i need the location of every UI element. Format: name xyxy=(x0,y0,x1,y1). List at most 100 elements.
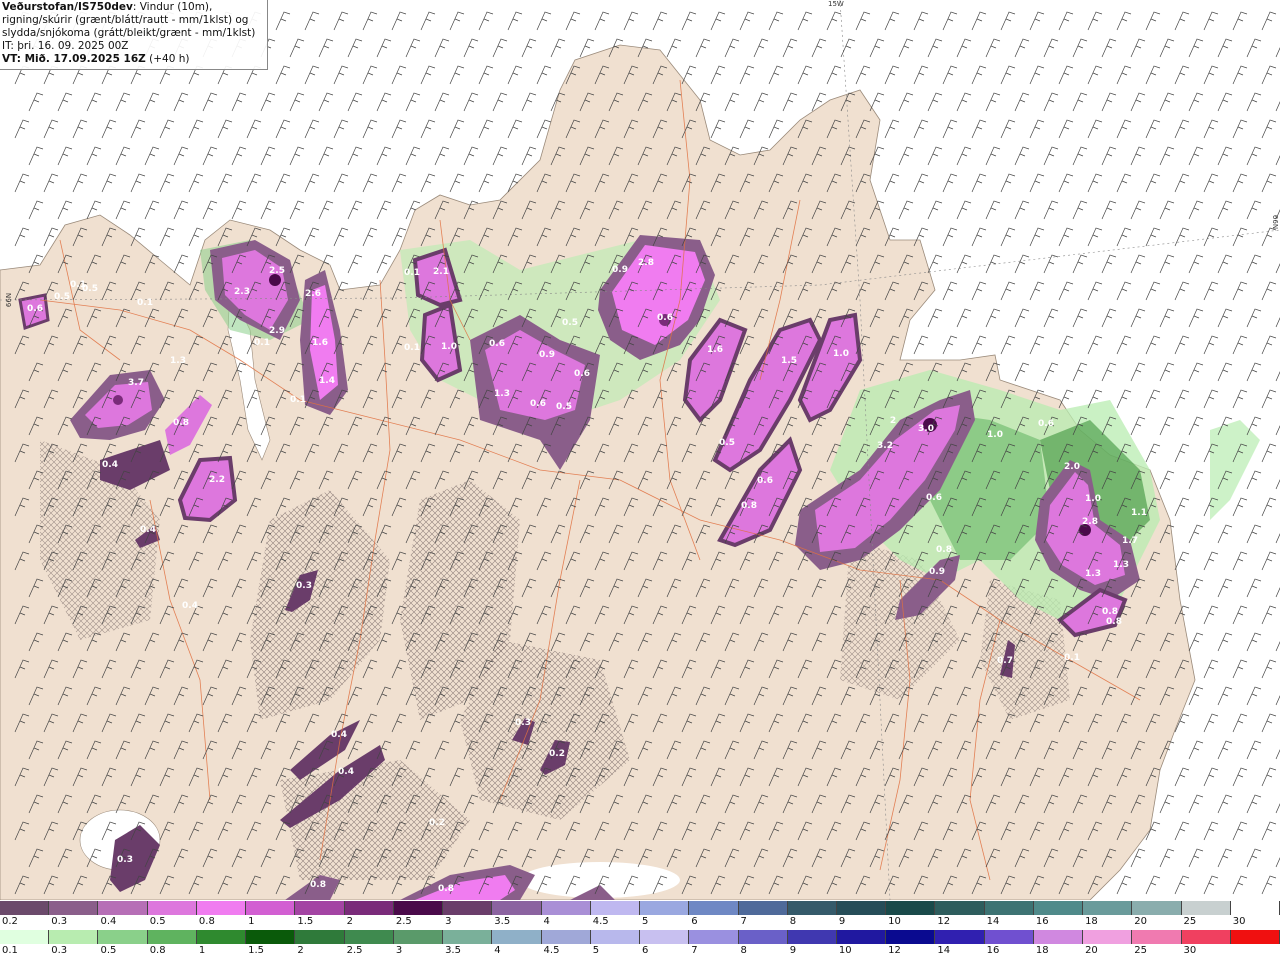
precip-value-label: 0.5 xyxy=(556,402,572,412)
rain-swatch xyxy=(196,930,247,944)
rain-swatch xyxy=(1132,930,1182,944)
rain-label: 1.5 xyxy=(248,945,265,956)
rain-label: 0.5 xyxy=(100,945,117,956)
precip-value-label: 0.3 xyxy=(296,581,312,591)
snow-swatch xyxy=(443,901,493,915)
snow-label: 3.5 xyxy=(494,916,511,927)
precip-value-label: 0.6 xyxy=(757,476,773,486)
rain-swatch xyxy=(640,930,690,944)
snow-label: 12 xyxy=(937,916,951,927)
snow-label: 14 xyxy=(986,916,1000,927)
precip-value-label: 1.3 xyxy=(1113,560,1129,570)
snow-label: 16 xyxy=(1035,916,1049,927)
precip-value-label: 1.5 xyxy=(781,356,797,366)
rain-label: 18 xyxy=(1035,945,1049,956)
snow-label: 1.5 xyxy=(297,916,314,927)
precip-value-label: 0.8 xyxy=(173,418,189,428)
precip-value-label: 0.8 xyxy=(1106,617,1122,627)
precip-value-label: 0.6 xyxy=(530,399,546,409)
snow-label: 7 xyxy=(740,916,747,927)
rain-swatch xyxy=(49,930,99,944)
precip-value-label: 0.1 xyxy=(290,395,306,405)
snow-label: 6 xyxy=(691,916,698,927)
rain-label: 30 xyxy=(1183,945,1197,956)
precip-value-label: 1.3 xyxy=(170,356,186,366)
snow-swatch xyxy=(886,901,936,915)
rain-swatch xyxy=(98,930,148,944)
rain-swatch xyxy=(836,930,887,944)
precip-value-label: 2.2 xyxy=(209,475,225,485)
snow-legend-swatches xyxy=(0,901,1280,915)
snow-label: 18 xyxy=(1085,916,1098,927)
rain-label: 12 xyxy=(888,945,901,956)
precip-value-label: 0.4 xyxy=(140,525,156,535)
rain-swatch xyxy=(590,930,641,944)
precip-value-label: 0.1 xyxy=(137,298,153,308)
precip-value-label: 0.8 xyxy=(438,884,454,894)
snow-swatch xyxy=(1181,901,1231,915)
rain-swatch xyxy=(344,930,394,944)
rain-swatch xyxy=(984,930,1034,944)
forecast-map: 0.60.50.50.10.12.32.52.62.90.1 1.61.40.13… xyxy=(0,0,1280,900)
rain-legend: 0.1 0.3 0.5 0.8 1 1.5 2 2.5 3 3.5 4 4.5 5 6 7 8 9 10 12 14 1… xyxy=(0,930,1280,958)
snow-label: 5 xyxy=(642,916,649,927)
rain-label: 20 xyxy=(1085,945,1098,956)
snow-label: 0.2 xyxy=(2,916,18,927)
rain-swatch xyxy=(689,930,739,944)
init-time: IT: þri. 16. 09. 2025 00Z xyxy=(2,40,129,52)
rain-label: 0.1 xyxy=(2,945,18,956)
precip-value-label: 0.4 xyxy=(182,601,198,611)
precip-value-label: 0.1 xyxy=(404,268,420,278)
rain-label: 4 xyxy=(494,945,501,956)
precip-value-label: 0.6 xyxy=(1038,419,1054,429)
precip-value-label: 0.5 xyxy=(562,318,578,328)
rain-label: 0.8 xyxy=(149,945,166,956)
snow-legend: 0.2 0.3 0.4 0.5 0.8 1 1.5 2 2.5 3 3.5 4 4.5 5 6 7 8 9 10 12… xyxy=(0,901,1280,929)
precip-value-label: 1.0 xyxy=(833,349,849,359)
precip-value-label: 0.8 xyxy=(741,501,757,511)
snow-label: 8 xyxy=(789,916,797,927)
precip-value-label: 1.6 xyxy=(312,338,328,348)
snow-label: 25 xyxy=(1183,916,1197,927)
rain-swatch xyxy=(246,930,296,944)
lat-label-left: 66N xyxy=(5,292,14,308)
snow-swatch xyxy=(98,901,148,915)
precip-value-label: 2.5 xyxy=(269,266,285,276)
precip-value-label: 0.9 xyxy=(539,350,555,360)
snow-swatch xyxy=(590,901,641,915)
precip-value-label: 2.3 xyxy=(234,287,250,297)
snow-swatch xyxy=(49,901,99,915)
precip-value-label: 0.7 xyxy=(997,656,1013,666)
snow-swatch xyxy=(640,901,690,915)
rain-label: 6 xyxy=(642,945,649,956)
rain-label: 14 xyxy=(937,945,951,956)
rain-label: 8 xyxy=(740,945,747,956)
rain-swatch xyxy=(1181,930,1231,944)
rain-label: 3.5 xyxy=(445,945,461,956)
rain-label: 25 xyxy=(1134,945,1148,956)
snow-label: 4.5 xyxy=(592,916,609,927)
precip-value-label: 2.0 xyxy=(1064,462,1080,472)
snow-swatch xyxy=(984,901,1034,915)
rain-swatch xyxy=(886,930,936,944)
rain-legend-swatches xyxy=(0,930,1280,944)
rain-swatch xyxy=(393,930,444,944)
map-title-box: Veðurstofan/IS750dev: Vindur (10m), rign… xyxy=(0,0,268,70)
rain-label: 9 xyxy=(789,945,797,956)
precip-value-label: 1.7 xyxy=(1122,536,1138,546)
rain-label: 4.5 xyxy=(543,945,560,956)
precip-value-label: 0.8 xyxy=(1102,607,1118,617)
precip-value-label: 2.6 xyxy=(305,289,321,299)
snow-label: 20 xyxy=(1134,916,1148,927)
rain-swatch xyxy=(541,930,591,944)
precip-value-label: 2 xyxy=(890,416,896,426)
precip-value-label: 1.3 xyxy=(494,389,510,399)
lead-time: (+40 h) xyxy=(145,53,190,65)
precip-value-label: 0.2 xyxy=(429,818,445,828)
snow-swatch xyxy=(147,901,197,915)
precip-value-label: 0.2 xyxy=(549,749,565,759)
snow-swatch xyxy=(196,901,247,915)
precip-value-label: 1.0 xyxy=(1085,494,1101,504)
snow-label: 0.5 xyxy=(149,916,166,927)
title-source: Veðurstofan/IS750dev xyxy=(2,1,133,13)
